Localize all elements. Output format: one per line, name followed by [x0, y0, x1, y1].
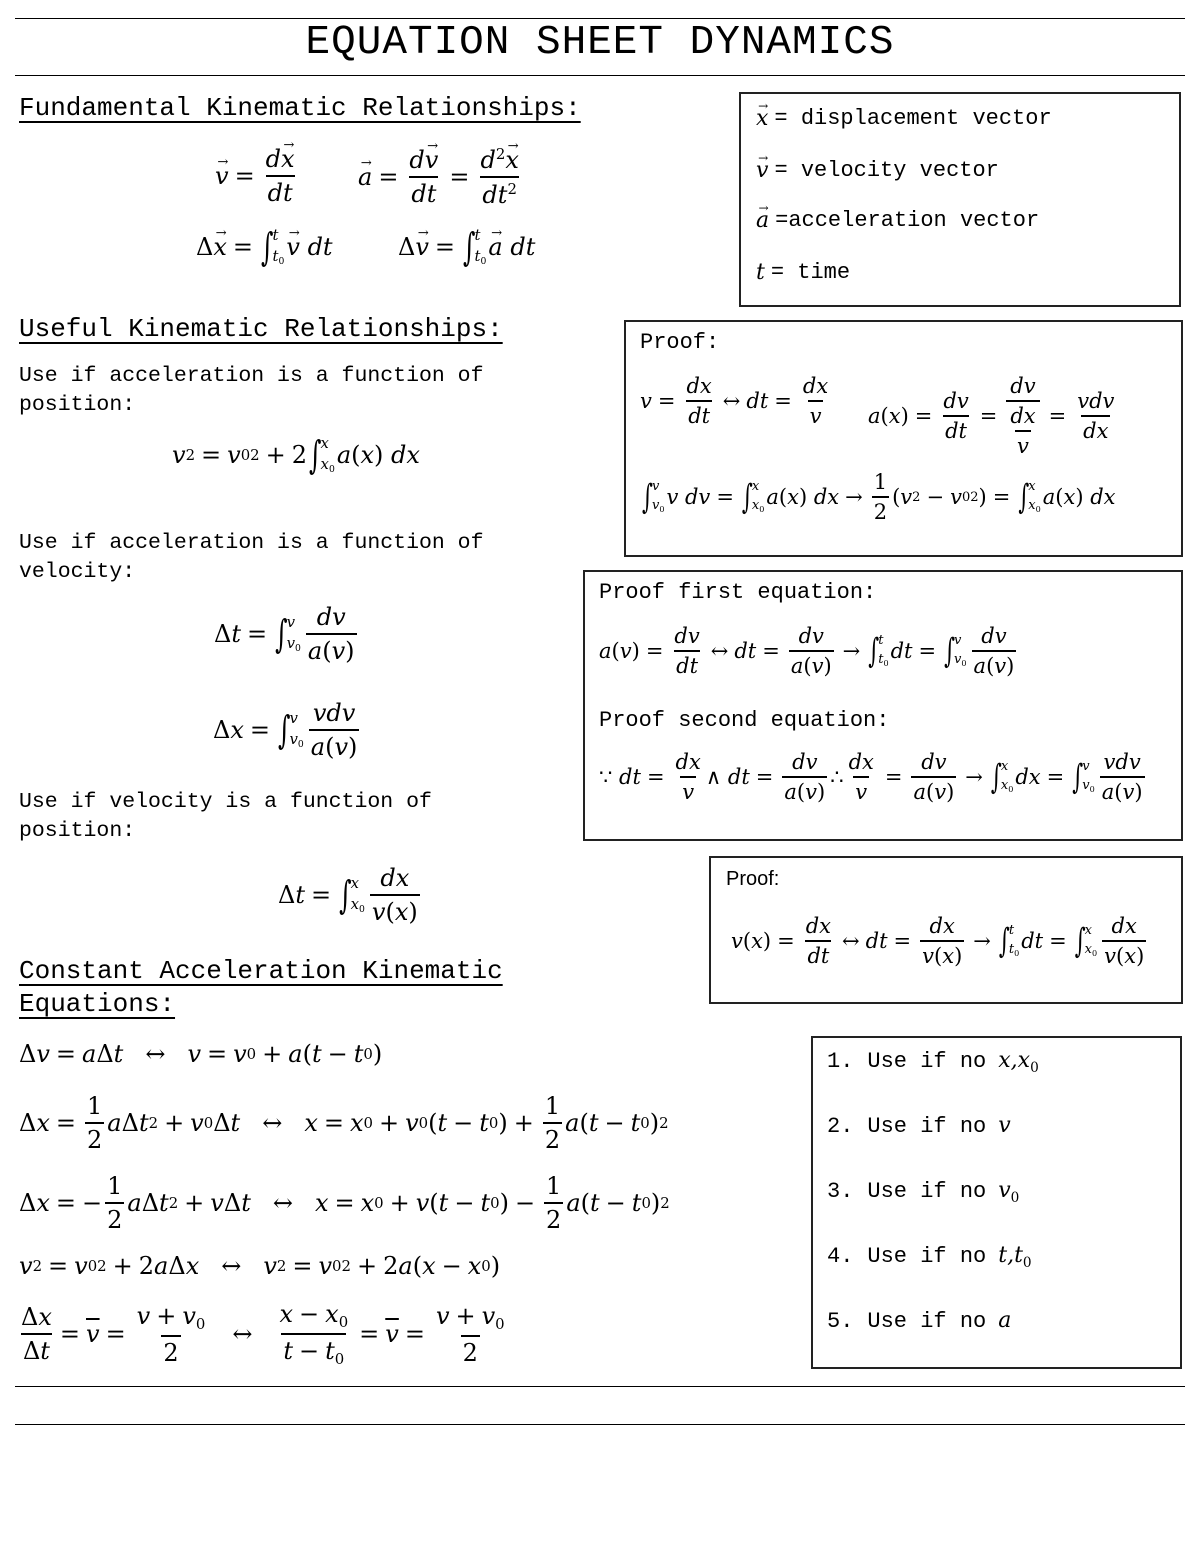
usage-number: 2. [827, 1114, 854, 1139]
proof-first-label: Proof first equation: [599, 580, 877, 605]
legend-text: = velocity vector [774, 158, 999, 183]
note-acceleration-position: Use if acceleration is a function of pos… [19, 364, 484, 417]
section-heading-constant-line1: Constant Acceleration Kinematic [19, 956, 503, 986]
usage-vars: x,x0 [998, 1048, 1039, 1076]
usage-item-1: 1. Use if no x,x0 [827, 1048, 1039, 1076]
proof-second-equation: ∵ dt = dx v ∧ dt = dv a(v) ∴ dx v = dv a(v) → ∫ x x0 dx… [599, 750, 1145, 804]
proof-second-label: Proof second equation: [599, 708, 890, 733]
proof-equation-vx: v(x) = dx dt ↔ dt = dx v(x) → ∫ t t0 dt = ∫ x x0 dx v(x… [731, 914, 1147, 968]
legend-item-displacement: x = displacement vector [756, 106, 1052, 131]
equation-delta-x-velocity: Δx = ∫ v v0 vdv a(v) [213, 699, 360, 761]
usage-vars: a [998, 1308, 1012, 1333]
bottom-rule-1 [15, 1386, 1185, 1387]
legend-item-time: t = time [756, 260, 850, 285]
section-heading-fundamental: Fundamental Kinematic Relationships: [19, 93, 581, 123]
proof-first-equation: a(v) = dv dt ↔ dt = dv a(v) → ∫ t t0 dt = ∫ v v0 dv a(v… [599, 624, 1017, 678]
constant-equation-3: Δx = −1 2 a Δt 2 + v Δt ↔ x = x 0 + v(t − t 0) −1 2 a(t − t 0) 2 [19, 1172, 670, 1234]
section-heading-useful: Useful Kinematic Relationships: [19, 314, 503, 344]
proof-equation-dt: v = dx dt ↔ dt = dx v [640, 374, 829, 428]
usage-text: Use if no [867, 1049, 987, 1074]
usage-vars: v [998, 1113, 1011, 1138]
legend-item-acceleration: a =acceleration vector [756, 208, 1039, 233]
legend-text: =acceleration vector [775, 208, 1040, 233]
proof-equation-integral: ∫ v v0 v dv = ∫ x x0 a(x) dx → 1 2(v 2− v 0 2) = ∫ x x0 a… [642, 470, 1116, 524]
usage-number: 3. [827, 1179, 854, 1204]
proof-box-position: Proof: v = dx dt ↔ dt = dx v a(x) = dv dt = dv dx v = … [624, 320, 1183, 557]
legend-item-velocity: v = velocity vector [756, 158, 999, 183]
proof-equation-ax: a(x) = dv dt = dv dx v = vdv dx [868, 374, 1115, 458]
usage-item-2: 2. Use if no v [827, 1113, 1011, 1139]
legend-symbol: a [756, 208, 769, 233]
constant-equation-5: Δx Δt = v = v + v0 2 ↔ x − x0 t − t0 = v = v + v0 2 [20, 1300, 505, 1369]
equation-delta-t-position: Δt = ∫ x x0 dx v(x) [278, 864, 420, 926]
constant-equation-1: Δv = a Δt ↔ v = v 0 + a(t − t 0) [19, 1040, 383, 1068]
proof-box-velocity-position: Proof: v(x) = dx dt ↔ dt = dx v(x) → ∫ t t0 dt = ∫ x x… [709, 856, 1183, 1004]
section-heading-constant-line2: Equations: [19, 989, 176, 1019]
legend-text: = displacement vector [774, 106, 1052, 131]
top-rule [15, 18, 1185, 19]
usage-number: 1. [827, 1049, 854, 1074]
legend-text: = time [770, 260, 851, 285]
legend-symbol: x [756, 106, 768, 131]
page-title: EQUATION SHEET DYNAMICS [305, 20, 895, 66]
equation-delta-t-velocity: Δt = ∫ v v0 dv a(v) [214, 603, 357, 665]
constant-equation-4: v 2 = v 0 2 +2 a Δx ↔ v 2 = v 0 2 +2 a(x − x 0) [19, 1252, 501, 1280]
bottom-rule-2 [15, 1424, 1185, 1425]
usage-list-box: 1. Use if no x,x0 2. Use if no v 3. Use … [811, 1036, 1182, 1369]
equation-v-squared-integral: v 2 = v 0 2 +2 ∫ x x0 a(x) dx [172, 432, 420, 478]
legend-symbol: t [756, 260, 765, 285]
usage-vars: v0 [998, 1178, 1020, 1206]
equation-velocity-integral: Δv= ∫tt0 a dt [398, 225, 535, 270]
title-rule [15, 75, 1185, 76]
usage-number: 5. [827, 1309, 854, 1334]
note-velocity-position: Use if velocity is a function of positio… [19, 790, 432, 843]
equation-acceleration-derivative: a= dvdt= d2xdt2 [358, 145, 524, 209]
usage-item-3: 3. Use if no v0 [827, 1178, 1019, 1206]
proof-label: Proof: [726, 868, 780, 890]
equation-velocity-derivative: v= dxdt [215, 145, 300, 207]
proof-box-velocity: Proof first equation: a(v) = dv dt ↔ dt = dv a(… [583, 570, 1183, 841]
usage-text: Use if no [867, 1179, 987, 1204]
usage-item-5: 5. Use if no a [827, 1308, 1011, 1334]
equation-displacement-integral: Δx= ∫tt0 v dt [196, 225, 333, 270]
usage-item-4: 4. Use if no t,t0 [827, 1243, 1032, 1271]
proof-label: Proof: [640, 330, 720, 355]
usage-text: Use if no [867, 1244, 987, 1269]
note-acceleration-velocity: Use if acceleration is a function of vel… [19, 531, 484, 584]
usage-text: Use if no [867, 1309, 987, 1334]
usage-text: Use if no [867, 1114, 987, 1139]
usage-vars: t,t0 [998, 1243, 1032, 1271]
legend-symbol: v [756, 158, 768, 183]
constant-equation-2: Δx = 1 2 a Δt 2 + v 0 Δt ↔ x = x 0 + v 0(t − t 0) +1 2 a(t − t 0)… [19, 1092, 669, 1154]
variable-legend-box: x = displacement vector v = velocity vec… [739, 92, 1181, 307]
usage-number: 4. [827, 1244, 854, 1269]
